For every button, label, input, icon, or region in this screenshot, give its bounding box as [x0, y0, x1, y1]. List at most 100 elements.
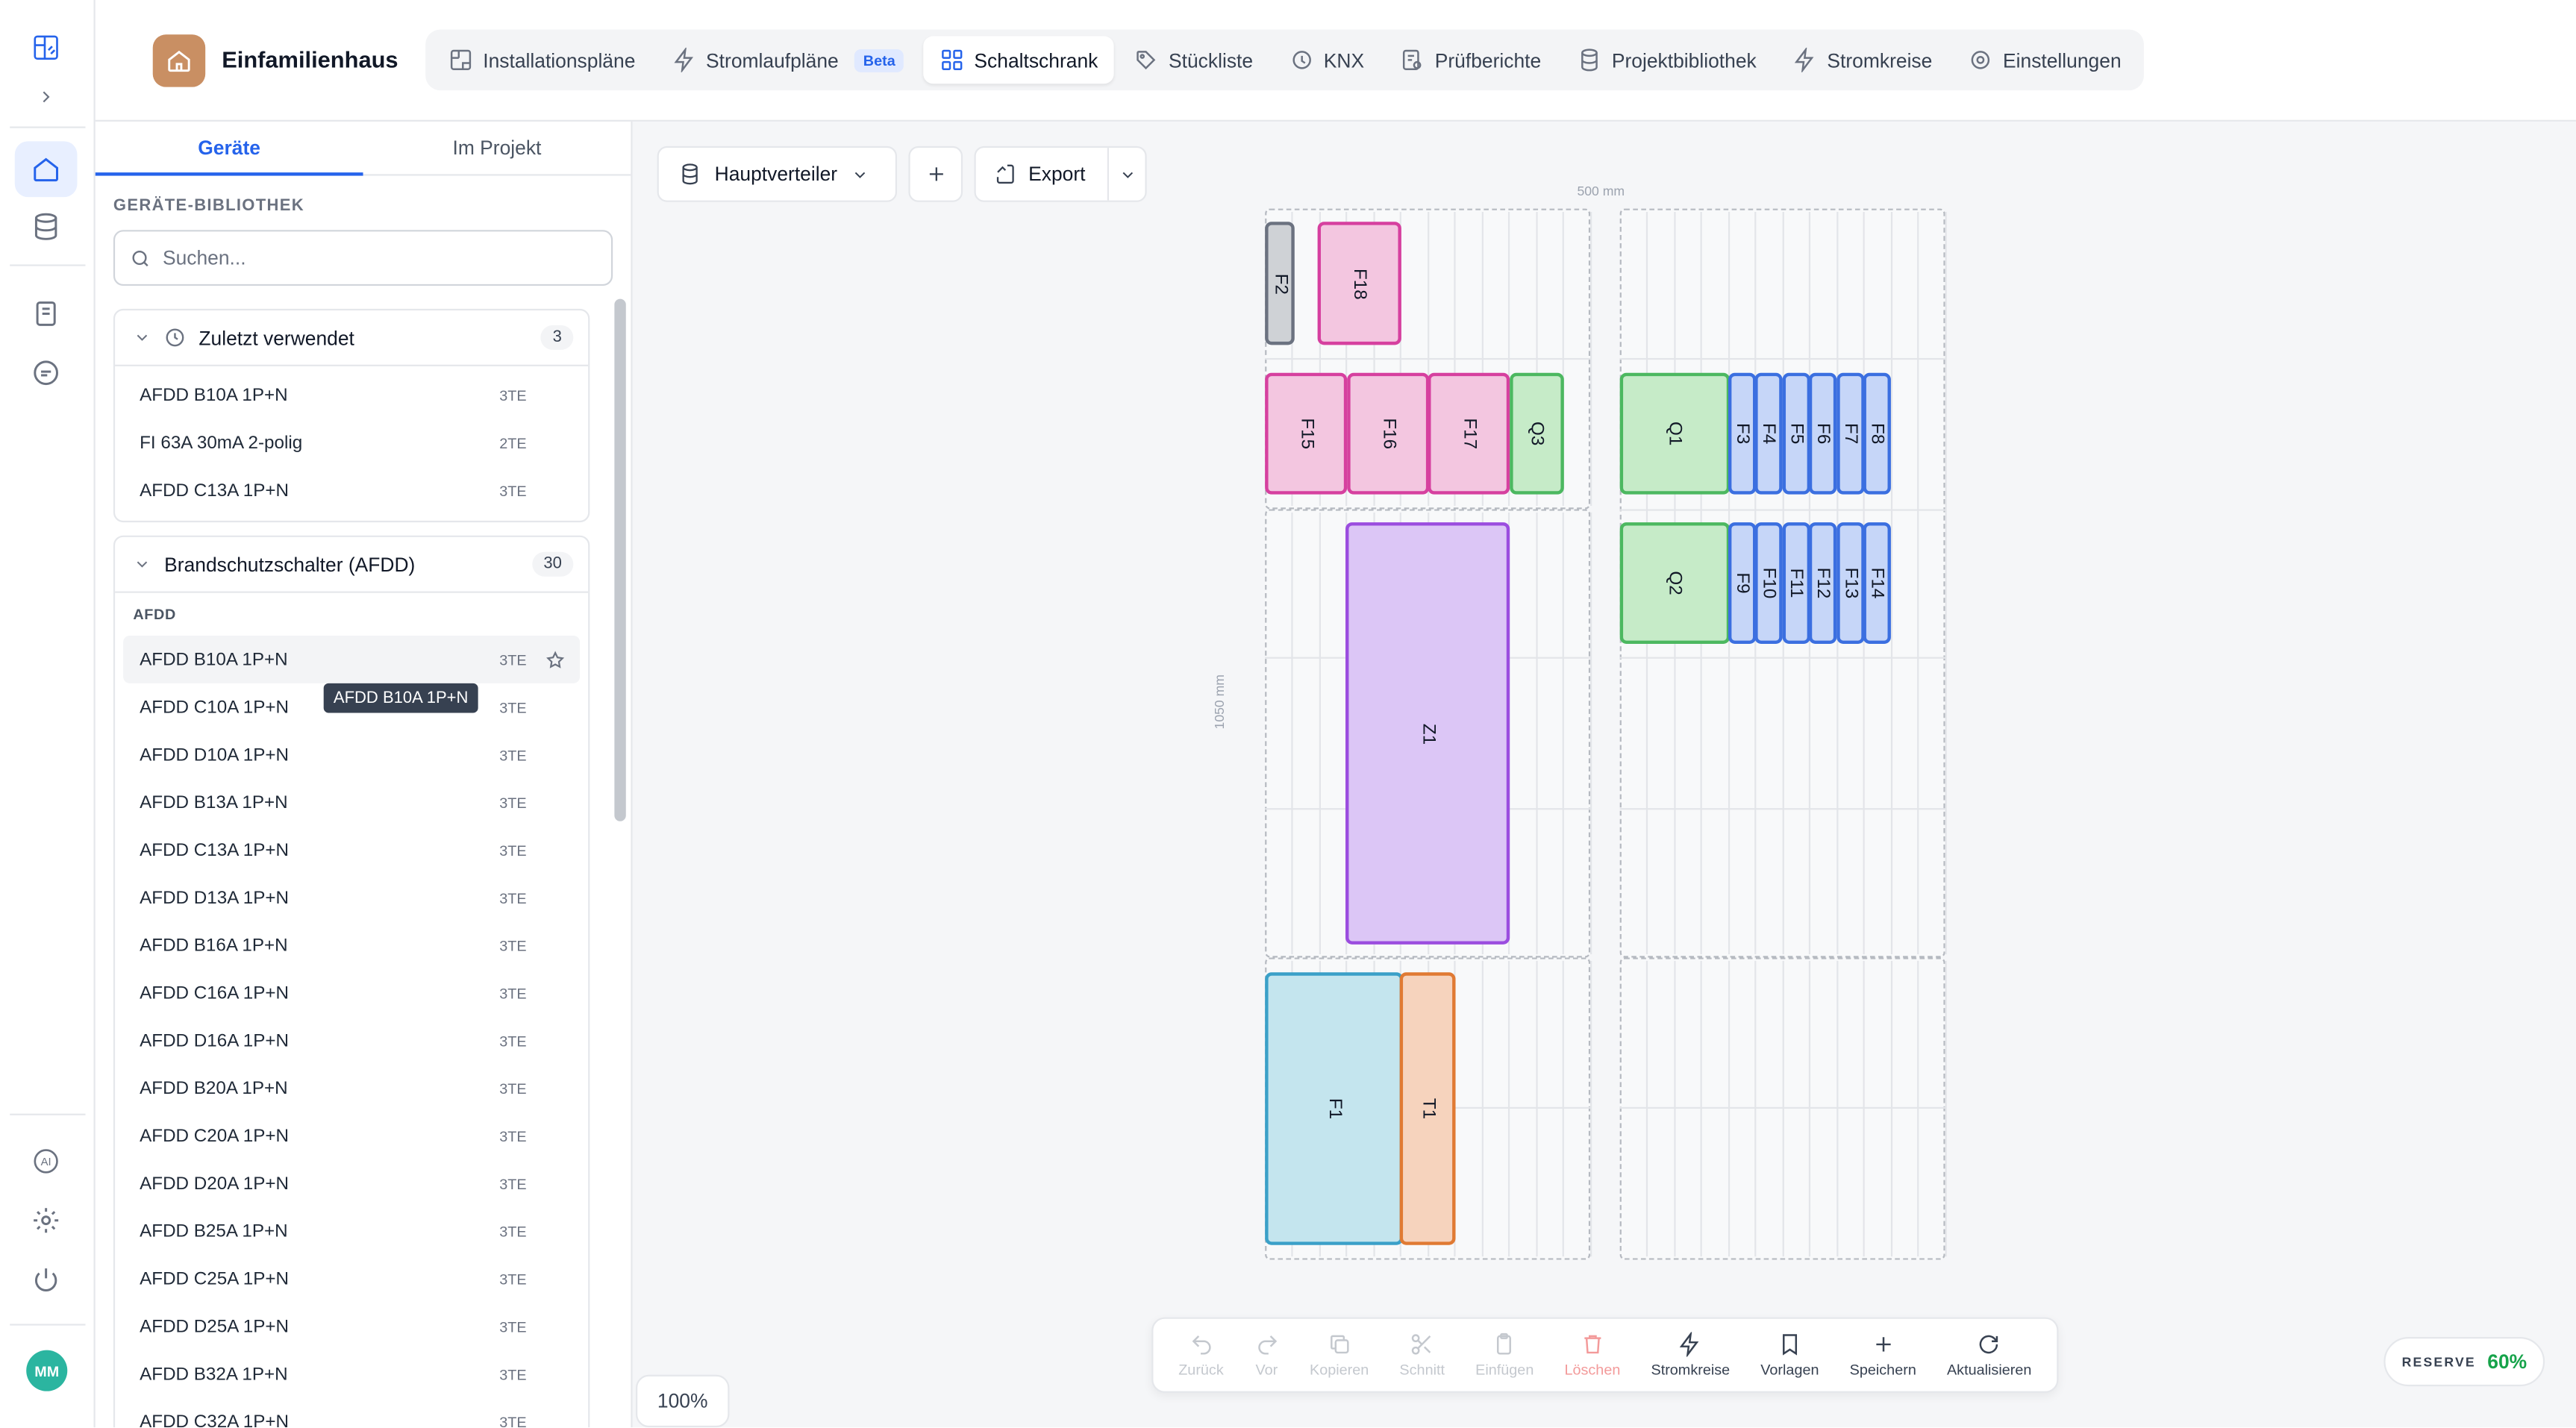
recent-group-header[interactable]: Zuletzt verwendet 3 [115, 310, 589, 366]
list-item[interactable]: AFDD C13A 1P+N 3TE [115, 466, 588, 514]
device-f17[interactable]: F17 [1428, 372, 1510, 495]
list-item[interactable]: AFDD B13A 1P+N 3TE [115, 779, 588, 827]
bolt-icon [1795, 47, 1814, 72]
list-item[interactable]: AFDD C25A 1P+N 3TE [115, 1255, 588, 1303]
device-label: F6 [1813, 423, 1833, 445]
chat-icon[interactable] [15, 345, 78, 401]
tab-im-projekt[interactable]: Im Projekt [363, 122, 631, 174]
paste-button[interactable]: Einfügen [1475, 1332, 1534, 1378]
tab-knx[interactable]: KNX [1273, 36, 1381, 84]
list-item[interactable]: FI 63A 30mA 2-polig 2TE [115, 419, 588, 466]
device-label: F17 [1458, 418, 1479, 450]
list-item[interactable]: AFDD D20A 1P+N 3TE [115, 1159, 588, 1207]
device-f7[interactable]: F7 [1836, 372, 1865, 495]
tab-geraete[interactable]: Geräte [95, 122, 363, 176]
cabinet-canvas[interactable]: Hauptverteiler Export 500 mm 1050 mm F2 F… [632, 121, 2576, 1428]
export-button[interactable]: Export [974, 145, 1147, 202]
app-logo-icon[interactable] [15, 19, 78, 75]
tab-installationsplaene[interactable]: Installationspläne [432, 36, 651, 84]
list-item[interactable]: AFDD B32A 1P+N 3TE [115, 1350, 588, 1398]
undo-button[interactable]: Zurück [1178, 1332, 1224, 1378]
power-icon[interactable] [15, 1252, 78, 1308]
list-item[interactable]: AFDD D16A 1P+N 3TE [115, 1017, 588, 1065]
delete-button[interactable]: Löschen [1564, 1332, 1620, 1378]
device-q2[interactable]: Q2 [1619, 522, 1731, 644]
device-f13[interactable]: F13 [1836, 522, 1865, 644]
chevron-down-icon [137, 334, 148, 341]
circuits-button[interactable]: Stromkreise [1651, 1332, 1730, 1378]
device-f5[interactable]: F5 [1782, 372, 1811, 495]
count-badge: 3 [541, 325, 574, 350]
scrollbar-thumb[interactable] [614, 298, 626, 821]
device-f12[interactable]: F12 [1808, 522, 1837, 644]
device-f2[interactable]: F2 [1265, 222, 1295, 345]
list-item[interactable]: AFDD C16A 1P+N 3TE [115, 969, 588, 1017]
height-dimension-label: 1050 mm [1212, 674, 1228, 730]
list-item[interactable]: AFDD B20A 1P+N 3TE [115, 1065, 588, 1112]
device-f1[interactable]: F1 [1265, 972, 1404, 1245]
device-f6[interactable]: F6 [1808, 372, 1837, 495]
tab-projektbibliothek[interactable]: Projektbibliothek [1561, 36, 1773, 84]
templates-button[interactable]: Vorlagen [1760, 1332, 1819, 1378]
device-label: F5 [1786, 423, 1807, 445]
device-f4[interactable]: F4 [1754, 372, 1783, 495]
tab-schaltschrank[interactable]: Schaltschrank [923, 36, 1115, 84]
device-f8[interactable]: F8 [1863, 372, 1891, 495]
refresh-button[interactable]: Aktualisieren [1947, 1332, 2031, 1378]
add-distributor-button[interactable] [908, 145, 963, 202]
project-title[interactable]: Einfamilienhaus [222, 46, 398, 72]
search-box [113, 230, 613, 286]
device-f14[interactable]: F14 [1863, 522, 1891, 644]
device-f3[interactable]: F3 [1728, 372, 1757, 495]
afdd-group-header[interactable]: Brandschutzschalter (AFDD) 30 [115, 537, 589, 593]
device-t1[interactable]: T1 [1399, 972, 1456, 1245]
tab-pruefberichte[interactable]: Prüfberichte [1384, 36, 1558, 84]
ai-icon[interactable]: AI [15, 1133, 78, 1189]
redo-button[interactable]: Vor [1254, 1332, 1279, 1378]
chevron-down-icon[interactable] [1119, 165, 1137, 183]
device-z1[interactable]: Z1 [1345, 522, 1510, 945]
device-q3[interactable]: Q3 [1510, 372, 1564, 495]
user-avatar[interactable]: MM [26, 1350, 68, 1391]
list-item[interactable]: AFDD D10A 1P+N 3TE [115, 731, 588, 779]
scrollbar[interactable] [613, 298, 626, 1427]
tab-stromkreise[interactable]: Stromkreise [1776, 36, 1948, 84]
plus-icon [928, 167, 942, 181]
device-f16[interactable]: F16 [1347, 372, 1430, 495]
star-icon[interactable] [545, 650, 565, 669]
list-item[interactable]: AFDD C32A 1P+N 3TE [115, 1397, 588, 1427]
copy-button[interactable]: Kopieren [1310, 1332, 1369, 1378]
device-q1[interactable]: Q1 [1619, 372, 1731, 495]
list-item[interactable]: AFDD C13A 1P+N 3TE [115, 826, 588, 874]
zoom-level[interactable]: 100% [635, 1374, 730, 1428]
device-label: F13 [1840, 567, 1861, 599]
book-icon[interactable] [15, 286, 78, 342]
list-item[interactable]: AFDD D13A 1P+N 3TE [115, 874, 588, 921]
list-item[interactable]: AFDD B10A 1P+N 3TE [123, 635, 581, 683]
subcategory-header: AFDD [133, 606, 177, 623]
device-f11[interactable]: F11 [1782, 522, 1811, 644]
list-item[interactable]: AFDD B10A 1P+N 3TE [115, 372, 588, 419]
tab-stueckliste[interactable]: Stückliste [1118, 36, 1269, 84]
list-item[interactable]: AFDD C20A 1P+N 3TE [115, 1112, 588, 1159]
grid-icon [942, 49, 963, 70]
save-button[interactable]: Speichern [1850, 1332, 1916, 1378]
cut-button[interactable]: Schnitt [1399, 1332, 1445, 1378]
device-f10[interactable]: F10 [1754, 522, 1783, 644]
library-title: GERÄTE-BIBLIOTHEK [113, 197, 304, 216]
expand-chevron-icon[interactable] [15, 74, 78, 120]
tab-stromlaufplaene[interactable]: Stromlaufpläne Beta [655, 36, 920, 84]
database-icon [682, 163, 698, 185]
search-input[interactable] [162, 246, 590, 270]
distributor-select[interactable]: Hauptverteiler [657, 145, 898, 202]
list-item[interactable]: AFDD B16A 1P+N 3TE [115, 921, 588, 969]
settings-gear-icon[interactable] [15, 1192, 78, 1248]
list-item[interactable]: AFDD D25A 1P+N 3TE [115, 1303, 588, 1350]
device-f18[interactable]: F18 [1317, 222, 1401, 345]
device-f15[interactable]: F15 [1265, 372, 1348, 495]
database-icon[interactable] [15, 198, 78, 254]
tab-einstellungen[interactable]: Einstellungen [1952, 36, 2138, 84]
home-icon[interactable] [14, 141, 78, 198]
list-item[interactable]: AFDD B25A 1P+N 3TE [115, 1207, 588, 1255]
device-f9[interactable]: F9 [1728, 522, 1757, 644]
